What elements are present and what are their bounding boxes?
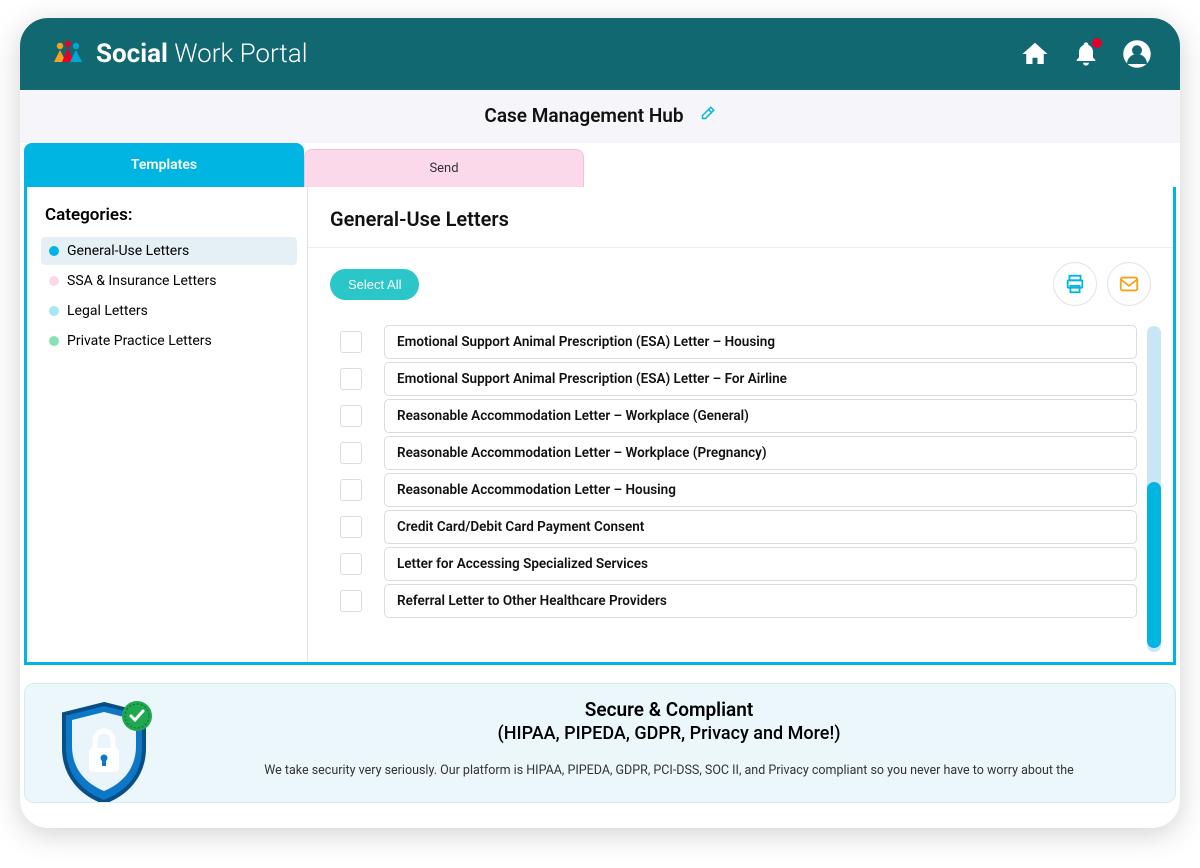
letter-checkbox[interactable] <box>340 368 362 390</box>
category-label: General-Use Letters <box>67 243 189 259</box>
letter-label[interactable]: Reasonable Accommodation Letter – Workpl… <box>384 436 1137 470</box>
category-label: SSA & Insurance Letters <box>67 273 216 289</box>
content-area: General-Use Letters Select All Emotional… <box>307 187 1173 662</box>
letter-label[interactable]: Credit Card/Debit Card Payment Consent <box>384 510 1137 544</box>
letter-label[interactable]: Referral Letter to Other Healthcare Prov… <box>384 584 1137 618</box>
letter-row: Reasonable Accommodation Letter – Workpl… <box>340 399 1137 433</box>
secure-subtitle: (HIPAA, PIPEDA, GDPR, Privacy and More!) <box>187 723 1151 744</box>
letter-row: Credit Card/Debit Card Payment Consent <box>340 510 1137 544</box>
category-label: Legal Letters <box>67 303 148 319</box>
letter-checkbox[interactable] <box>340 479 362 501</box>
letter-checkbox[interactable] <box>340 553 362 575</box>
account-icon[interactable] <box>1122 39 1152 69</box>
category-item[interactable]: Legal Letters <box>41 297 297 325</box>
secure-body: We take security very seriously. Our pla… <box>187 762 1151 781</box>
tabs-row: Templates Send <box>20 143 1180 187</box>
categories-sidebar: Categories: General-Use Letters SSA & Ins… <box>27 187 307 662</box>
letter-checkbox[interactable] <box>340 405 362 427</box>
categories-heading: Categories: <box>41 205 297 237</box>
topbar: Social Work Portal <box>20 18 1180 90</box>
scrollbar-thumb[interactable] <box>1147 482 1161 648</box>
letter-checkbox[interactable] <box>340 331 362 353</box>
email-button[interactable] <box>1107 262 1151 306</box>
brand-logo-icon <box>48 40 88 68</box>
main-panel: Categories: General-Use Letters SSA & Ins… <box>24 187 1176 665</box>
tab-templates[interactable]: Templates <box>24 143 304 187</box>
letter-row: Letter for Accessing Specialized Service… <box>340 547 1137 581</box>
edit-icon[interactable] <box>698 105 716 127</box>
shield-badge-icon <box>49 698 159 802</box>
letter-label[interactable]: Emotional Support Animal Prescription (E… <box>384 362 1137 396</box>
letter-row: Reasonable Accommodation Letter – Housin… <box>340 473 1137 507</box>
letter-checkbox[interactable] <box>340 516 362 538</box>
category-dot-icon <box>49 246 59 256</box>
letter-label[interactable]: Reasonable Accommodation Letter – Housin… <box>384 473 1137 507</box>
notification-dot <box>1092 38 1102 48</box>
page-title: Case Management Hub <box>484 104 683 127</box>
brand-text: Social Work Portal <box>96 39 308 69</box>
print-button[interactable] <box>1053 262 1097 306</box>
brand: Social Work Portal <box>48 39 308 69</box>
category-item[interactable]: SSA & Insurance Letters <box>41 267 297 295</box>
category-dot-icon <box>49 306 59 316</box>
category-item[interactable]: General-Use Letters <box>41 237 297 265</box>
secure-title: Secure & Compliant <box>187 698 1151 721</box>
page-title-bar: Case Management Hub <box>20 90 1180 143</box>
brand-rest: Work Portal <box>174 39 307 69</box>
envelope-icon <box>1118 273 1140 295</box>
letter-list: Emotional Support Animal Prescription (E… <box>340 322 1141 656</box>
category-dot-icon <box>49 336 59 346</box>
category-dot-icon <box>49 276 59 286</box>
letter-row: Reasonable Accommodation Letter – Workpl… <box>340 436 1137 470</box>
category-label: Private Practice Letters <box>67 333 212 349</box>
secure-card: Secure & Compliant (HIPAA, PIPEDA, GDPR,… <box>24 683 1176 803</box>
letter-row: Emotional Support Animal Prescription (E… <box>340 325 1137 359</box>
printer-icon <box>1064 273 1086 295</box>
scrollbar[interactable] <box>1147 326 1161 652</box>
category-item[interactable]: Private Practice Letters <box>41 327 297 355</box>
letter-checkbox[interactable] <box>340 442 362 464</box>
letter-row: Emotional Support Animal Prescription (E… <box>340 362 1137 396</box>
letter-checkbox[interactable] <box>340 590 362 612</box>
letter-row: Referral Letter to Other Healthcare Prov… <box>340 584 1137 618</box>
letter-label[interactable]: Emotional Support Animal Prescription (E… <box>384 325 1137 359</box>
select-all-button[interactable]: Select All <box>330 269 419 300</box>
tab-send[interactable]: Send <box>304 149 584 187</box>
letter-label[interactable]: Reasonable Accommodation Letter – Workpl… <box>384 399 1137 433</box>
content-heading: General-Use Letters <box>330 207 1151 231</box>
letter-label[interactable]: Letter for Accessing Specialized Service… <box>384 547 1137 581</box>
brand-bold: Social <box>96 39 168 69</box>
home-icon[interactable] <box>1020 39 1050 69</box>
bell-icon[interactable] <box>1072 40 1100 68</box>
